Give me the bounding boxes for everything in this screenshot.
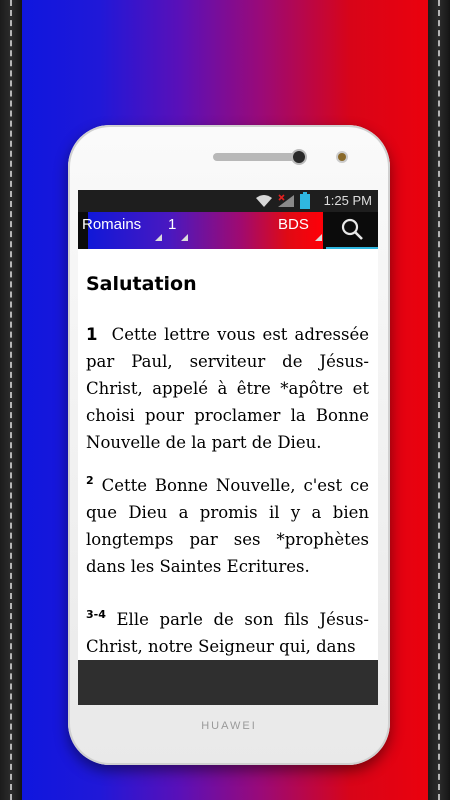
status-bar: 1:25 PM [78, 190, 378, 212]
status-time: 1:25 PM [323, 193, 372, 208]
front-camera [293, 151, 305, 163]
verse: 1 Cette lettre vous est adressée par Pau… [86, 321, 369, 456]
verse-number: 1 [86, 325, 98, 344]
verse-text: Cette lettre vous est adressée par Paul,… [86, 325, 369, 452]
book-dropdown[interactable]: Romains [82, 212, 162, 249]
proximity-sensor [338, 153, 346, 161]
bible-text-content[interactable]: Salutation 1 Cette lettre vous est adres… [78, 249, 378, 679]
bottom-bar [78, 660, 378, 705]
search-icon [341, 218, 363, 240]
battery-icon [300, 192, 310, 212]
search-button[interactable] [326, 212, 378, 249]
no-signal-icon [276, 194, 296, 211]
device-brand: HUAWEI [201, 720, 257, 732]
section-title: Salutation [86, 273, 197, 295]
verse: 3-4 Elle parle de son fils Jésus-Christ,… [86, 606, 369, 660]
stitching-right [438, 0, 440, 800]
chapter-label: 1 [168, 216, 177, 233]
stitching-left [10, 0, 12, 800]
verse-number: 2 [86, 474, 94, 487]
version-dropdown[interactable]: BDS [278, 212, 322, 249]
verse: 2 Cette Bonne Nouvelle, c'est ce que Die… [86, 472, 369, 580]
book-label: Romains [82, 216, 142, 233]
verse-text: Cette Bonne Nouvelle, c'est ce que Dieu … [86, 476, 370, 576]
dropdown-corner-icon [315, 234, 322, 241]
dropdown-corner-icon [181, 234, 188, 241]
app-toolbar: Romains 1 BDS [78, 212, 378, 249]
verse-number: 3-4 [86, 608, 106, 621]
wifi-icon [255, 194, 273, 211]
app-screen: 1:25 PM Romains 1 BDS Salutation 1 Cette… [78, 190, 378, 705]
speaker-grille [213, 153, 295, 161]
verse-text: Elle parle de son fils Jésus-Christ, not… [86, 610, 369, 656]
version-label: BDS [278, 216, 309, 233]
chapter-dropdown[interactable]: 1 [168, 212, 188, 249]
dropdown-corner-icon [155, 234, 162, 241]
